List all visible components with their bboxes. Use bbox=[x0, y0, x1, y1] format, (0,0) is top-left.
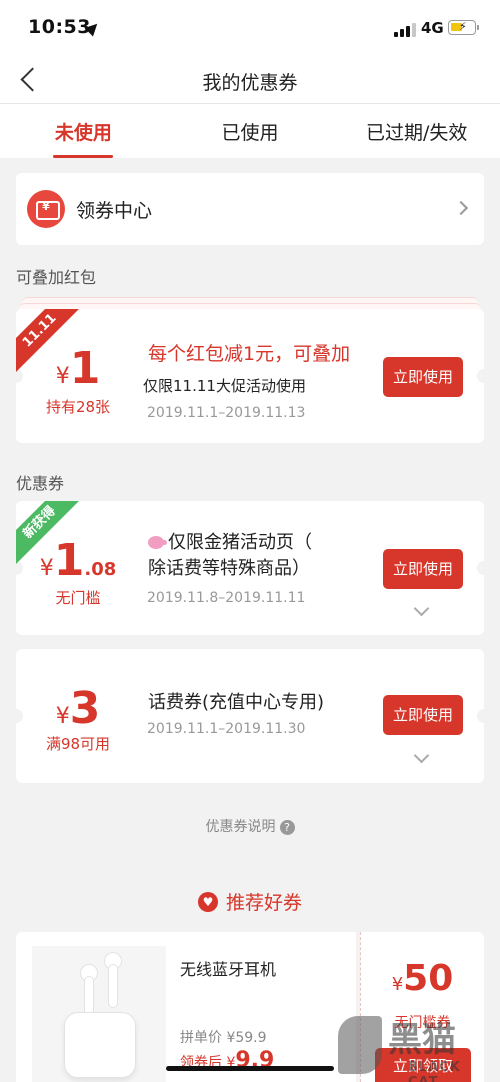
use-now-button[interactable]: 立即使用 bbox=[383, 357, 463, 397]
coupon-title: 每个红包减1元，可叠加 bbox=[148, 343, 351, 365]
nav-bar: 我的优惠券 bbox=[0, 58, 500, 104]
coupon-amount: ¥3 bbox=[55, 683, 101, 734]
coupon-center-label: 领券中心 bbox=[76, 199, 153, 222]
coupon-center-icon: ¥ bbox=[27, 190, 65, 228]
coupon-condition: 满98可用 bbox=[45, 735, 111, 753]
section-stackable-label: 可叠加红包 bbox=[16, 268, 97, 287]
coupon-condition: 无门槛 bbox=[55, 589, 101, 607]
status-time: 10:53 bbox=[28, 16, 91, 38]
battery-icon: ⚡ bbox=[448, 20, 479, 35]
tab-expired[interactable]: 已过期/失效 bbox=[333, 104, 500, 158]
coupon-amount: ¥1.08 bbox=[39, 535, 117, 586]
coupon-explanation-link[interactable]: 优惠券说明? bbox=[0, 816, 500, 836]
coupon-card-stackable: 11.11 ¥1 持有28张 每个红包减1元，可叠加 仅限11.11大促活动使用… bbox=[16, 309, 484, 443]
coupon-title: 话费券(充值中心专用) bbox=[148, 692, 325, 713]
coupon-tabs: 未使用 已使用 已过期/失效 bbox=[0, 104, 500, 158]
coupon-amount: ¥1 bbox=[55, 343, 101, 394]
tab-unused[interactable]: 未使用 bbox=[0, 104, 167, 158]
use-now-button[interactable]: 立即使用 bbox=[383, 695, 463, 735]
chevron-down-icon[interactable] bbox=[413, 600, 430, 617]
chevron-down-icon[interactable] bbox=[413, 747, 430, 764]
coupon-explanation-label: 优惠券说明 bbox=[205, 819, 276, 835]
coupon-date: 2019.11.8–2019.11.11 bbox=[147, 590, 306, 606]
heart-icon bbox=[197, 892, 218, 912]
network-type: 4G bbox=[421, 19, 444, 37]
product-image bbox=[32, 946, 166, 1082]
pig-icon bbox=[148, 536, 167, 549]
airpods-case-icon bbox=[64, 1012, 136, 1078]
coupon-card-golden-pig: 新获得 ¥1.08 无门槛 仅限金猪活动页（ 除话费等特殊商品） 2019.11.… bbox=[16, 501, 484, 635]
recommend-title: 推荐好券 bbox=[0, 888, 500, 915]
coupon-desc: 仅限11.11大促活动使用 bbox=[143, 377, 306, 395]
coupon-holding-count: 持有28张 bbox=[45, 398, 111, 416]
watermark-logo: 黑猫 BLACK CAT bbox=[338, 1010, 488, 1082]
product-group-price: 拼单价 ¥59.9 bbox=[180, 1030, 267, 1046]
coupon-center-entry[interactable]: ¥ 领券中心 bbox=[16, 173, 484, 245]
product-name: 无线蓝牙耳机 bbox=[180, 960, 277, 979]
help-icon: ? bbox=[279, 820, 295, 835]
home-indicator[interactable] bbox=[166, 1066, 334, 1071]
coupon-date: 2019.11.1–2019.11.30 bbox=[147, 721, 306, 737]
use-now-button[interactable]: 立即使用 bbox=[383, 549, 463, 589]
page-title: 我的优惠券 bbox=[202, 72, 298, 94]
tab-used[interactable]: 已使用 bbox=[167, 104, 334, 158]
status-bar: 10:53 4G ⚡ bbox=[0, 0, 500, 58]
voucher-amount: ¥50 bbox=[391, 958, 454, 999]
product-card[interactable]: 无线蓝牙耳机 拼单价 ¥59.9 领券后 ¥9.9 bbox=[16, 932, 356, 1082]
coupon-title: 仅限金猪活动页（ 除话费等特殊商品） bbox=[148, 532, 312, 579]
signal-icon bbox=[394, 23, 416, 37]
top-area: 10:53 4G ⚡ 我的优惠券 未使用 已使用 已过期/失效 bbox=[0, 0, 500, 158]
section-coupons-label: 优惠券 bbox=[16, 474, 65, 493]
coupon-date: 2019.11.1–2019.11.13 bbox=[147, 405, 306, 421]
chevron-right-icon bbox=[453, 200, 469, 216]
cat-logo-icon bbox=[338, 1016, 382, 1074]
coupon-card-phone-bill: ¥3 满98可用 话费券(充值中心专用) 2019.11.1–2019.11.3… bbox=[16, 649, 484, 783]
